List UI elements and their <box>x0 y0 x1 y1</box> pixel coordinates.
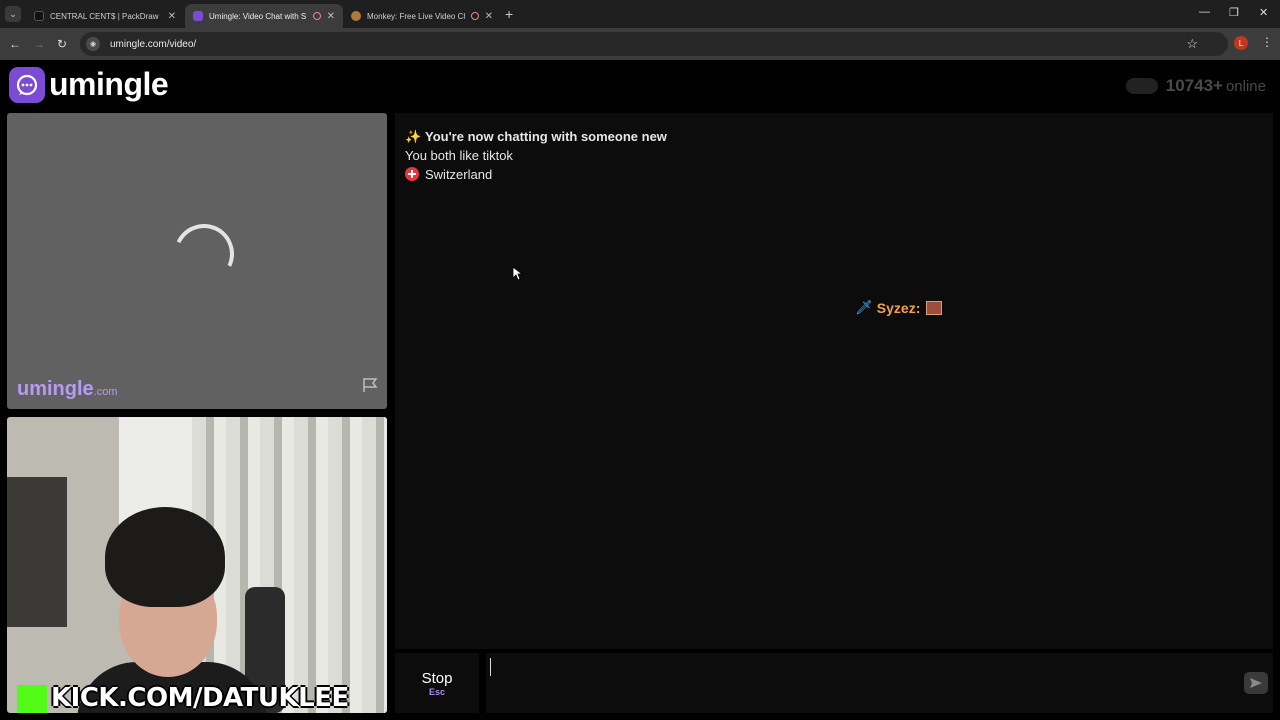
back-icon[interactable]: ← <box>9 37 21 51</box>
page: umingle 10743+ online umingle.com KICK.C… <box>0 60 1280 720</box>
recording-icon <box>312 12 321 20</box>
message-image-thumbnail[interactable] <box>926 300 943 315</box>
bookmark-star-icon[interactable]: ☆ <box>1186 36 1198 52</box>
country-line: Switzerland <box>405 167 492 182</box>
tab-title: CENTRAL CENT$ | PackDraw <box>50 11 159 21</box>
online-count: 10743+ <box>1165 76 1223 95</box>
tab-umingle[interactable]: Umingle: Video Chat with S ✕ <box>185 4 343 28</box>
chat-message: 🗡 Syzez: <box>855 299 943 316</box>
browser-tab-bar: ⌄ CENTRAL CENT$ | PackDraw ✕ Umingle: Vi… <box>0 0 1280 28</box>
text-caret <box>490 658 491 676</box>
stop-label: Stop <box>421 669 453 687</box>
close-tab-icon[interactable]: ✕ <box>485 11 493 22</box>
watermark-main: umingle <box>17 378 94 400</box>
system-message-text: You're now chatting with someone new <box>425 129 667 144</box>
packdraw-favicon-icon <box>34 11 44 21</box>
umingle-watermark: umingle.com <box>17 378 118 401</box>
browser-menu-icon[interactable]: ⋮ <box>1261 35 1273 49</box>
chat-bubble-icon <box>9 66 45 103</box>
common-interest-text: You both like tiktok <box>405 148 513 163</box>
online-toggle[interactable] <box>1125 78 1158 94</box>
loading-spinner-icon <box>165 215 243 293</box>
send-button[interactable] <box>1244 672 1268 694</box>
minimize-icon[interactable]: — <box>1199 6 1210 18</box>
system-message: ✨ You're now chatting with someone new <box>405 129 667 145</box>
restore-icon[interactable]: ❐ <box>1229 6 1239 19</box>
stranger-video: umingle.com <box>7 113 387 409</box>
send-icon <box>1250 678 1262 688</box>
dagger-icon: 🗡 <box>855 299 873 315</box>
profile-avatar[interactable]: L <box>1234 36 1248 50</box>
close-tab-icon[interactable]: ✕ <box>327 11 335 22</box>
tab-monkey[interactable]: Monkey: Free Live Video Ch ✕ <box>343 4 501 28</box>
forward-icon[interactable]: → <box>33 37 45 51</box>
person-hair <box>105 507 225 607</box>
stream-overlay-text: KICK.COM/DATUKLEE <box>51 683 349 713</box>
online-counter: 10743+ online <box>1125 76 1266 96</box>
reload-icon[interactable]: ↻ <box>57 37 67 51</box>
message-author: Syzez: <box>876 299 921 316</box>
tab-title: Umingle: Video Chat with S <box>209 11 307 21</box>
brand-name: umingle <box>49 66 169 102</box>
umingle-favicon-icon <box>193 11 203 21</box>
tab-search-button[interactable]: ⌄ <box>5 6 21 22</box>
self-video: KICK.COM/DATUKLEE <box>7 417 387 713</box>
chat-panel: ✨ You're now chatting with someone new Yo… <box>395 113 1273 649</box>
tab-packdraw[interactable]: CENTRAL CENT$ | PackDraw ✕ <box>26 4 184 28</box>
country-text: Switzerland <box>425 167 493 182</box>
sparkles-icon: ✨ <box>405 129 422 144</box>
tab-title: Monkey: Free Live Video Ch <box>367 11 465 21</box>
watermark-suffix: .com <box>93 386 118 398</box>
message-input[interactable] <box>486 653 1273 713</box>
stop-button[interactable]: Stop Esc <box>395 653 479 713</box>
address-bar[interactable]: ◉ umingle.com/video/ ☆ <box>80 32 1228 56</box>
new-tab-icon[interactable]: + <box>505 6 513 22</box>
close-tab-icon[interactable]: ✕ <box>168 11 176 22</box>
mouse-cursor-icon <box>512 266 522 281</box>
monkey-favicon-icon <box>351 11 361 21</box>
kick-logo-icon <box>17 685 47 713</box>
swiss-flag-icon <box>405 167 419 181</box>
site-info-icon[interactable]: ◉ <box>86 37 100 51</box>
online-label: online <box>1225 77 1266 95</box>
browser-toolbar: ← → ↻ ◉ umingle.com/video/ ☆ L ⋮ <box>0 28 1280 60</box>
recording-icon <box>470 12 479 20</box>
room-background <box>7 477 67 627</box>
url-text[interactable]: umingle.com/video/ <box>110 39 196 50</box>
report-flag-icon[interactable] <box>361 376 379 399</box>
stop-shortcut: Esc <box>428 686 445 697</box>
brand-logo[interactable]: umingle <box>9 66 169 103</box>
common-interest-line: You both like tiktok <box>405 148 513 163</box>
close-window-icon[interactable]: ✕ <box>1259 6 1268 19</box>
